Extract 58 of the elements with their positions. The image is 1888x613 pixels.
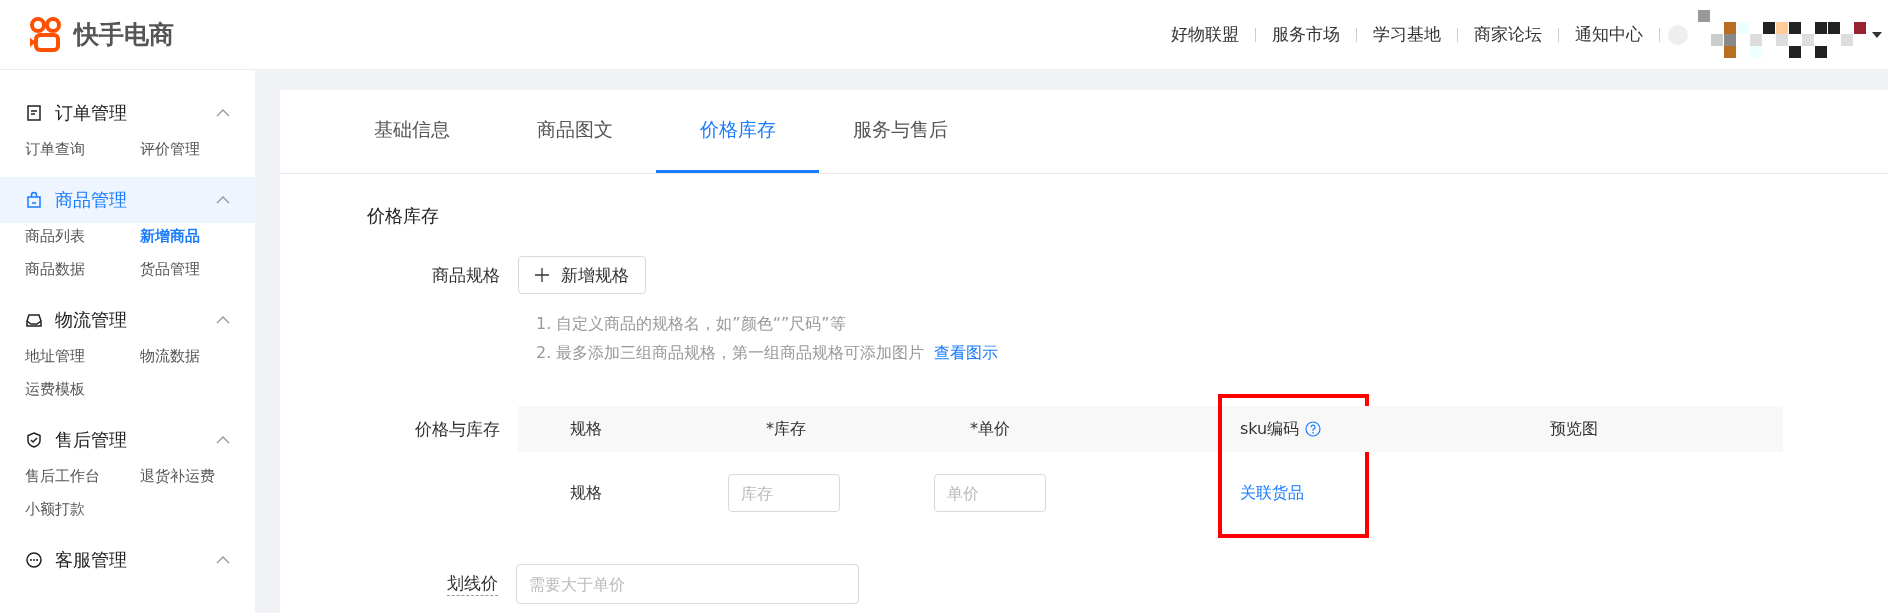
tab[interactable]: 价格库存 (656, 90, 819, 173)
sidebar-item[interactable]: 售后工作台 (25, 467, 140, 486)
column-header: 预览图 (1550, 418, 1598, 440)
nav-link[interactable]: 通知中心 (1559, 23, 1659, 46)
nav-link[interactable]: 服务市场 (1256, 23, 1356, 46)
sidebar-group[interactable]: 客服管理 (0, 537, 255, 583)
sidebar-item[interactable]: 商品列表 (25, 227, 140, 246)
column-header: *单价 (970, 418, 1010, 440)
field-label: 价格与库存 (414, 418, 501, 441)
logo-text: 快手电商 (74, 19, 174, 51)
add-spec-button[interactable]: 新增规格 (518, 256, 646, 294)
view-example-link[interactable]: 查看图示 (934, 343, 999, 364)
bag-icon (25, 191, 43, 209)
column-header: sku编码 (1240, 418, 1300, 440)
sidebar-item[interactable]: 订单查询 (25, 140, 140, 159)
sidebar-item[interactable]: 新增商品 (140, 227, 255, 246)
chevron-up-icon[interactable] (216, 196, 230, 204)
sidebar-item[interactable]: 物流数据 (140, 347, 255, 366)
sidebar-group[interactable]: 物流管理 (0, 297, 255, 343)
link-goods-link[interactable]: 关联货品 (1240, 482, 1304, 504)
column-header: 规格 (570, 418, 602, 440)
shield-check-icon (25, 431, 43, 449)
caret-icon[interactable] (1872, 31, 1882, 38)
field-label: 商品规格 (431, 263, 501, 287)
stock-input[interactable]: 库存 (728, 474, 840, 512)
sidebar-item[interactable]: 货品管理 (140, 260, 255, 279)
hint-text: 1. 自定义商品的规格名，如”颜色“”尺码”等 (536, 314, 846, 335)
price-input[interactable]: 单价 (934, 474, 1046, 512)
box-icon (25, 311, 43, 329)
sidebar-item[interactable]: 运费模板 (25, 380, 140, 399)
sidebar-item[interactable]: 地址管理 (25, 347, 140, 366)
help-icon[interactable] (1305, 421, 1322, 437)
chevron-up-icon[interactable] (216, 436, 230, 444)
sidebar-item[interactable]: 评价管理 (140, 140, 255, 159)
chevron-up-icon[interactable] (216, 316, 230, 324)
document-icon (25, 104, 43, 122)
section-title: 价格库存 (367, 204, 440, 228)
sidebar-item[interactable]: 退货补运费 (140, 467, 255, 486)
hint-text: 2. 最多添加三组商品规格，第一组商品规格可添加图片 (536, 343, 925, 364)
nav-link[interactable]: 商家论坛 (1458, 23, 1558, 46)
tab[interactable]: 服务与售后 (819, 90, 982, 173)
tab[interactable]: 基础信息 (330, 90, 493, 173)
sidebar-item[interactable]: 商品数据 (25, 260, 140, 279)
sidebar-group[interactable]: 售后管理 (0, 417, 255, 463)
table-cell: 规格 (570, 482, 602, 504)
chevron-up-icon[interactable] (216, 109, 230, 117)
sidebar-group[interactable]: 商品管理 (0, 177, 255, 223)
sidebar-item[interactable]: 小额打款 (25, 500, 140, 519)
nav-link[interactable]: 好物联盟 (1155, 23, 1255, 46)
chat-icon (25, 551, 43, 569)
field-label: 划线价 (447, 572, 498, 596)
tab[interactable]: 商品图文 (493, 90, 656, 173)
nav-link[interactable]: 学习基地 (1357, 23, 1457, 46)
sidebar-group[interactable]: 订单管理 (0, 90, 255, 136)
column-header: *库存 (766, 418, 806, 440)
chevron-up-icon[interactable] (216, 556, 230, 564)
plus-icon (535, 268, 549, 282)
strike-price-input[interactable]: 需要大于单价 (516, 564, 859, 604)
